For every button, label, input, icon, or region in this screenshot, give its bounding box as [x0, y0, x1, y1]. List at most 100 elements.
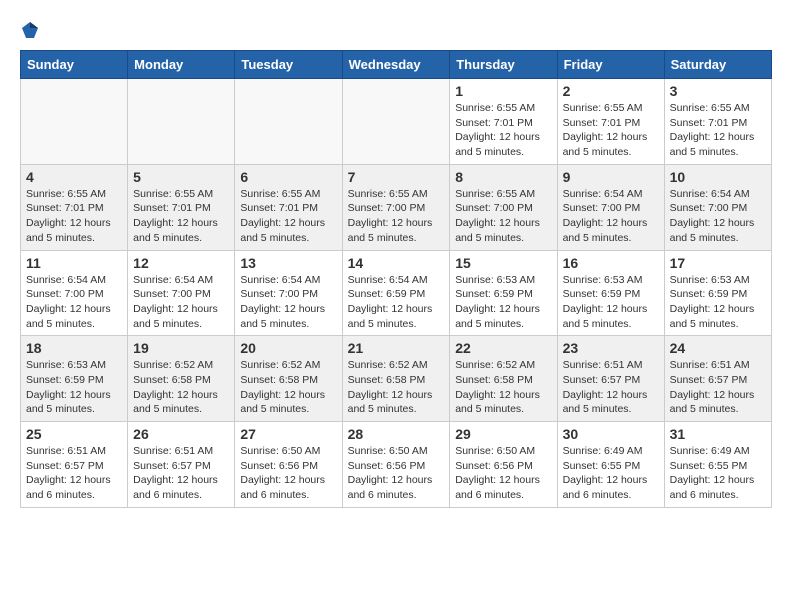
day-number: 27: [240, 426, 336, 442]
day-number: 13: [240, 255, 336, 271]
day-info: Sunrise: 6:55 AM Sunset: 7:01 PM Dayligh…: [26, 187, 122, 246]
day-info: Sunrise: 6:55 AM Sunset: 7:01 PM Dayligh…: [455, 101, 551, 160]
calendar-day-header: Monday: [128, 51, 235, 79]
calendar-day-cell: 12 Sunrise: 6:54 AM Sunset: 7:00 PM Dayli…: [128, 250, 235, 336]
calendar-day-cell: 27 Sunrise: 6:50 AM Sunset: 6:56 PM Dayli…: [235, 422, 342, 508]
calendar-day-cell: 29Sunrise: 6:50 AM Sunset: 6:56 PM Dayli…: [450, 422, 557, 508]
calendar-day-cell: 14 Sunrise: 6:54 AM Sunset: 6:59 PM Dayli…: [342, 250, 450, 336]
day-number: 2: [563, 83, 659, 99]
day-number: 10: [670, 169, 766, 185]
day-info: Sunrise: 6:55 AM Sunset: 7:01 PM Dayligh…: [563, 101, 659, 160]
day-number: 17: [670, 255, 766, 271]
day-number: 28: [348, 426, 445, 442]
day-info: Sunrise: 6:55 AM Sunset: 7:01 PM Dayligh…: [133, 187, 229, 246]
day-number: 16: [563, 255, 659, 271]
calendar-day-cell: 7 Sunrise: 6:55 AM Sunset: 7:00 PM Daylig…: [342, 164, 450, 250]
day-number: 11: [26, 255, 122, 271]
day-number: 29: [455, 426, 551, 442]
calendar-week-row: 1 Sunrise: 6:55 AM Sunset: 7:01 PM Daylig…: [21, 79, 772, 165]
calendar-day-cell: [128, 79, 235, 165]
day-number: 4: [26, 169, 122, 185]
day-number: 14: [348, 255, 445, 271]
day-number: 25: [26, 426, 122, 442]
day-info: Sunrise: 6:55 AM Sunset: 7:00 PM Dayligh…: [348, 187, 445, 246]
calendar-day-header: Sunday: [21, 51, 128, 79]
day-number: 22: [455, 340, 551, 356]
calendar-day-cell: 10 Sunrise: 6:54 AM Sunset: 7:00 PM Dayli…: [664, 164, 771, 250]
calendar-day-cell: 9 Sunrise: 6:54 AM Sunset: 7:00 PM Daylig…: [557, 164, 664, 250]
day-number: 15: [455, 255, 551, 271]
day-number: 5: [133, 169, 229, 185]
day-number: 3: [670, 83, 766, 99]
day-info: Sunrise: 6:53 AM Sunset: 6:59 PM Dayligh…: [670, 273, 766, 332]
calendar-day-cell: 20Sunrise: 6:52 AM Sunset: 6:58 PM Dayli…: [235, 336, 342, 422]
calendar-day-cell: 18Sunrise: 6:53 AM Sunset: 6:59 PM Dayli…: [21, 336, 128, 422]
calendar-week-row: 11 Sunrise: 6:54 AM Sunset: 7:00 PM Dayli…: [21, 250, 772, 336]
calendar-day-cell: 3 Sunrise: 6:55 AM Sunset: 7:01 PM Daylig…: [664, 79, 771, 165]
calendar-day-cell: 24 Sunrise: 6:51 AM Sunset: 6:57 PM Dayli…: [664, 336, 771, 422]
calendar-day-header: Tuesday: [235, 51, 342, 79]
calendar-day-header: Friday: [557, 51, 664, 79]
day-number: 21: [348, 340, 445, 356]
day-info: Sunrise: 6:54 AM Sunset: 7:00 PM Dayligh…: [26, 273, 122, 332]
calendar: SundayMondayTuesdayWednesdayThursdayFrid…: [20, 50, 772, 508]
calendar-day-cell: 26Sunrise: 6:51 AM Sunset: 6:57 PM Dayli…: [128, 422, 235, 508]
day-info: Sunrise: 6:54 AM Sunset: 6:59 PM Dayligh…: [348, 273, 445, 332]
calendar-week-row: 18Sunrise: 6:53 AM Sunset: 6:59 PM Dayli…: [21, 336, 772, 422]
day-info: Sunrise: 6:52 AM Sunset: 6:58 PM Dayligh…: [133, 358, 229, 417]
day-number: 31: [670, 426, 766, 442]
day-number: 9: [563, 169, 659, 185]
day-number: 18: [26, 340, 122, 356]
calendar-day-cell: 11 Sunrise: 6:54 AM Sunset: 7:00 PM Dayli…: [21, 250, 128, 336]
day-info: Sunrise: 6:54 AM Sunset: 7:00 PM Dayligh…: [563, 187, 659, 246]
day-number: 7: [348, 169, 445, 185]
calendar-day-cell: 16Sunrise: 6:53 AM Sunset: 6:59 PM Dayli…: [557, 250, 664, 336]
header: [20, 20, 772, 40]
calendar-day-cell: 30 Sunrise: 6:49 AM Sunset: 6:55 PM Dayli…: [557, 422, 664, 508]
day-info: Sunrise: 6:50 AM Sunset: 6:56 PM Dayligh…: [348, 444, 445, 503]
day-info: Sunrise: 6:55 AM Sunset: 7:01 PM Dayligh…: [670, 101, 766, 160]
day-number: 30: [563, 426, 659, 442]
calendar-day-cell: 31 Sunrise: 6:49 AM Sunset: 6:55 PM Dayli…: [664, 422, 771, 508]
day-info: Sunrise: 6:51 AM Sunset: 6:57 PM Dayligh…: [670, 358, 766, 417]
calendar-day-cell: 6Sunrise: 6:55 AM Sunset: 7:01 PM Daylig…: [235, 164, 342, 250]
day-number: 1: [455, 83, 551, 99]
day-number: 8: [455, 169, 551, 185]
calendar-week-row: 25 Sunrise: 6:51 AM Sunset: 6:57 PM Dayli…: [21, 422, 772, 508]
calendar-day-cell: [342, 79, 450, 165]
page: SundayMondayTuesdayWednesdayThursdayFrid…: [0, 0, 792, 518]
day-info: Sunrise: 6:54 AM Sunset: 7:00 PM Dayligh…: [670, 187, 766, 246]
day-number: 12: [133, 255, 229, 271]
day-info: Sunrise: 6:50 AM Sunset: 6:56 PM Dayligh…: [240, 444, 336, 503]
day-info: Sunrise: 6:52 AM Sunset: 6:58 PM Dayligh…: [455, 358, 551, 417]
day-info: Sunrise: 6:55 AM Sunset: 7:01 PM Dayligh…: [240, 187, 336, 246]
calendar-day-cell: [235, 79, 342, 165]
calendar-week-row: 4 Sunrise: 6:55 AM Sunset: 7:01 PM Daylig…: [21, 164, 772, 250]
calendar-day-cell: 23Sunrise: 6:51 AM Sunset: 6:57 PM Dayli…: [557, 336, 664, 422]
day-info: Sunrise: 6:51 AM Sunset: 6:57 PM Dayligh…: [563, 358, 659, 417]
day-info: Sunrise: 6:49 AM Sunset: 6:55 PM Dayligh…: [670, 444, 766, 503]
calendar-day-cell: [21, 79, 128, 165]
day-info: Sunrise: 6:51 AM Sunset: 6:57 PM Dayligh…: [26, 444, 122, 503]
calendar-day-cell: 4 Sunrise: 6:55 AM Sunset: 7:01 PM Daylig…: [21, 164, 128, 250]
calendar-day-cell: 1 Sunrise: 6:55 AM Sunset: 7:01 PM Daylig…: [450, 79, 557, 165]
calendar-day-cell: 8Sunrise: 6:55 AM Sunset: 7:00 PM Daylig…: [450, 164, 557, 250]
calendar-day-cell: 28 Sunrise: 6:50 AM Sunset: 6:56 PM Dayli…: [342, 422, 450, 508]
day-info: Sunrise: 6:53 AM Sunset: 6:59 PM Dayligh…: [455, 273, 551, 332]
day-number: 24: [670, 340, 766, 356]
calendar-day-cell: 5 Sunrise: 6:55 AM Sunset: 7:01 PM Daylig…: [128, 164, 235, 250]
day-number: 19: [133, 340, 229, 356]
day-info: Sunrise: 6:49 AM Sunset: 6:55 PM Dayligh…: [563, 444, 659, 503]
logo: [20, 20, 42, 40]
day-info: Sunrise: 6:52 AM Sunset: 6:58 PM Dayligh…: [240, 358, 336, 417]
day-info: Sunrise: 6:52 AM Sunset: 6:58 PM Dayligh…: [348, 358, 445, 417]
calendar-day-cell: 2 Sunrise: 6:55 AM Sunset: 7:01 PM Daylig…: [557, 79, 664, 165]
calendar-day-cell: 17 Sunrise: 6:53 AM Sunset: 6:59 PM Dayli…: [664, 250, 771, 336]
calendar-day-cell: 13 Sunrise: 6:54 AM Sunset: 7:00 PM Dayli…: [235, 250, 342, 336]
calendar-day-header: Saturday: [664, 51, 771, 79]
day-info: Sunrise: 6:51 AM Sunset: 6:57 PM Dayligh…: [133, 444, 229, 503]
day-info: Sunrise: 6:54 AM Sunset: 7:00 PM Dayligh…: [240, 273, 336, 332]
day-info: Sunrise: 6:54 AM Sunset: 7:00 PM Dayligh…: [133, 273, 229, 332]
calendar-day-cell: 25 Sunrise: 6:51 AM Sunset: 6:57 PM Dayli…: [21, 422, 128, 508]
calendar-day-cell: 15 Sunrise: 6:53 AM Sunset: 6:59 PM Dayli…: [450, 250, 557, 336]
